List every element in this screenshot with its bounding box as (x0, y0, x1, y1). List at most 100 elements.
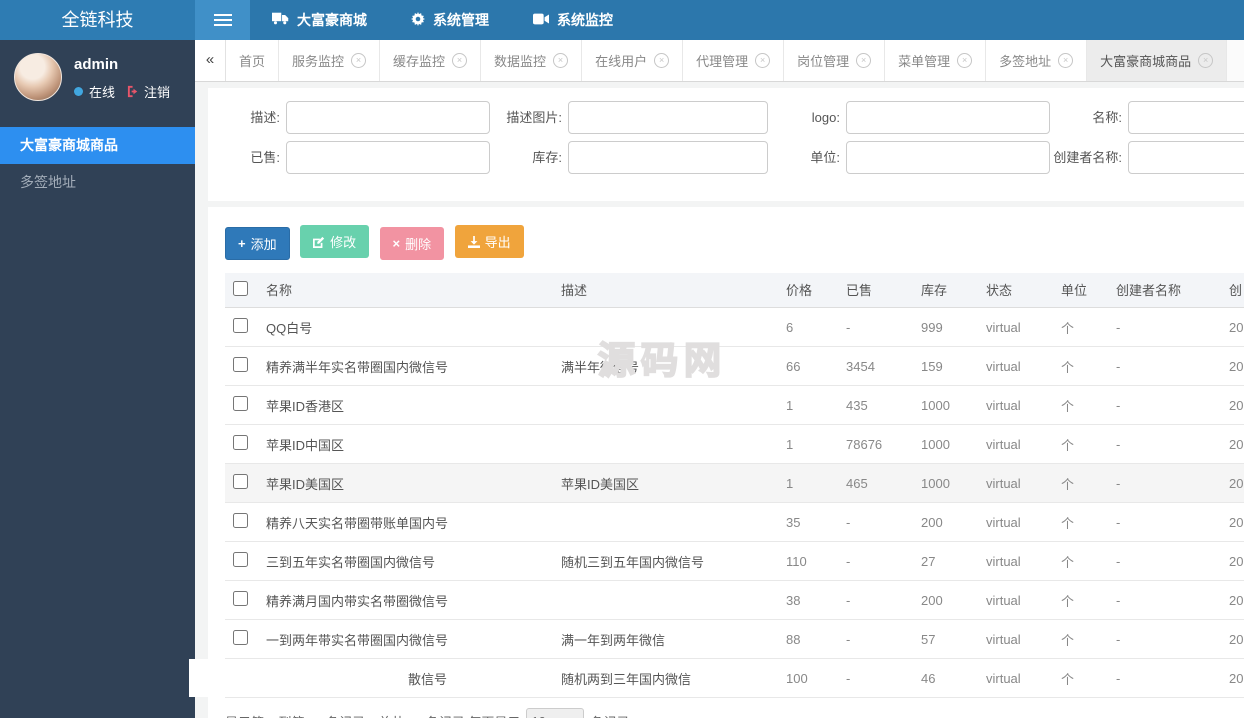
cell-unit: 个 (1061, 593, 1075, 609)
sidebar-item[interactable]: 多签地址 (0, 164, 195, 201)
column-header[interactable]: 状态 (978, 272, 1053, 308)
row-checkbox[interactable] (233, 435, 248, 450)
form-field: 已售: (208, 141, 490, 174)
column-header[interactable]: 库存 (913, 272, 978, 308)
tab-label: 大富豪商城商品 (1100, 54, 1192, 69)
tab[interactable]: 菜单管理 × (885, 40, 987, 81)
cell-unit: 个 (1061, 320, 1075, 336)
tab-label: 缓存监控 (393, 54, 446, 69)
truck-icon (272, 12, 289, 28)
cell-stock: 200 (921, 514, 943, 530)
select-all-checkbox[interactable] (233, 280, 248, 296)
row-checkbox-cell (225, 308, 258, 347)
row-checkbox[interactable] (233, 630, 248, 645)
table-row[interactable]: QQ白号 6 - 999 virtual 个 - 20 (225, 307, 1244, 347)
cell-price: 1 (786, 475, 794, 491)
column-header[interactable]: 名称 (258, 272, 553, 308)
topnav-item[interactable]: 系统监控 (511, 0, 635, 40)
tab[interactable]: 代理管理 × (683, 40, 785, 81)
form-field-label: 名称: (1092, 109, 1122, 125)
cell-unit: 个 (1061, 476, 1075, 492)
hamburger-menu-icon[interactable] (195, 0, 250, 40)
row-checkbox[interactable] (233, 318, 248, 333)
row-checkbox-cell (225, 620, 258, 659)
delete-button[interactable]: × 删除 (379, 226, 445, 260)
row-checkbox[interactable] (233, 513, 248, 528)
row-checkbox[interactable] (233, 591, 248, 606)
table-row[interactable]: 精养满月国内带实名带圈微信号 38 - 200 virtual 个 - 20 (225, 580, 1244, 620)
tab-close-icon[interactable]: × (1198, 53, 1214, 68)
page-size-select[interactable]: 10 (526, 708, 585, 718)
logout-icon (127, 85, 138, 98)
row-checkbox[interactable] (233, 474, 248, 489)
table-row[interactable]: 苹果ID中国区 1 78676 1000 virtual 个 - 20 (225, 424, 1244, 464)
form-field-input[interactable] (286, 141, 490, 174)
topnav-item[interactable]: 系统管理 (389, 0, 511, 40)
cell-status: virtual (986, 397, 1021, 413)
tab[interactable]: 服务监控 × (279, 40, 381, 81)
logout-button[interactable]: 注销 (127, 82, 170, 101)
tab[interactable]: 大富豪商城商品 × (1087, 40, 1228, 81)
tab-close-icon[interactable]: × (755, 53, 771, 68)
tab-close-icon[interactable]: × (1058, 53, 1074, 68)
table-row[interactable]: 一到两年带实名带圈国内微信号 满一年到两年微信 88 - 57 virtual 个 - 20 (225, 619, 1244, 659)
row-checkbox[interactable] (233, 357, 248, 372)
table-row[interactable]: 苹果ID香港区 1 435 1000 virtual 个 - 20 (225, 385, 1244, 425)
cell-desc (553, 386, 778, 425)
form-field-input[interactable] (1128, 141, 1244, 174)
column-header[interactable]: 创建者名称 (1108, 272, 1221, 308)
tab-close-icon[interactable]: × (351, 53, 367, 68)
row-checkbox-cell (225, 386, 258, 425)
tab-label: 在线用户 (595, 54, 648, 69)
cell-price: 100 (786, 670, 808, 686)
row-checkbox[interactable] (233, 552, 248, 567)
export-button[interactable]: 导出 (454, 225, 524, 258)
form-field-input[interactable] (568, 141, 768, 174)
table-row[interactable]: 精养八天实名带圈带账单国内号 35 - 200 virtual 个 - 20 (225, 502, 1244, 542)
tab-close-icon[interactable]: × (654, 53, 670, 68)
tab-close-icon[interactable]: × (452, 53, 468, 68)
cell-price: 1 (786, 436, 794, 452)
column-header[interactable]: 描述 (553, 272, 778, 308)
table-row[interactable]: 苹果ID美国区 苹果ID美国区 1 465 1000 virtual 个 - 20 (225, 463, 1244, 503)
tab[interactable]: 多签地址 × (986, 40, 1088, 81)
tab[interactable]: 在线用户 × (582, 40, 684, 81)
cell-created: 20 (1229, 436, 1244, 452)
form-field-input[interactable] (286, 101, 490, 134)
column-header[interactable]: 价格 (778, 272, 838, 308)
row-checkbox-cell (225, 542, 258, 581)
cell-desc: 随机两到三年国内微信 (561, 671, 692, 687)
tab-close-icon[interactable]: × (856, 53, 872, 68)
online-status-label: 在线 (89, 85, 116, 100)
monitor-icon (533, 12, 549, 28)
row-checkbox-cell (225, 581, 258, 620)
column-header[interactable]: 已售 (838, 272, 913, 308)
tabs-collapse-button[interactable]: « (195, 40, 226, 81)
cell-desc (553, 425, 778, 464)
row-checkbox[interactable] (233, 396, 248, 411)
add-button[interactable]: + 添加 (225, 226, 290, 260)
table-row[interactable]: 散信号 随机两到三年国内微信 100 - 46 virtual 个 - 20 (225, 658, 1244, 698)
form-field-input[interactable] (1128, 101, 1244, 134)
column-header[interactable]: 创 (1221, 272, 1244, 308)
edit-button[interactable]: 修改 (300, 225, 370, 258)
table-row[interactable]: 精养满半年实名带圈国内微信号 满半年微信号 66 3454 159 virtual 个 - 20 (225, 346, 1244, 386)
tab[interactable]: 岗位管理 × (784, 40, 886, 81)
tab-bar: « 首页 服务监控 × 缓存监控 × 数据监控 × 在线用户 × 代理管理 × 岗位管理 × 菜单管理 × 多… (195, 40, 1244, 82)
sidebar-item[interactable]: 大富豪商城商品 (0, 127, 195, 164)
cell-sold: 3454 (846, 358, 875, 374)
form-field: logo: (768, 101, 1050, 134)
tab-close-icon[interactable]: × (553, 53, 569, 68)
form-field-input[interactable] (846, 101, 1050, 134)
cell-name: 苹果ID中国区 (266, 437, 345, 453)
tab[interactable]: 数据监控 × (481, 40, 583, 81)
tab[interactable]: 缓存监控 × (380, 40, 482, 81)
tab-close-icon[interactable]: × (957, 53, 973, 68)
table-row[interactable]: 三到五年实名带圈国内微信号 随机三到五年国内微信号 110 - 27 virtual 个 - 2… (225, 541, 1244, 581)
form-field-input[interactable] (846, 141, 1050, 174)
topnav-item[interactable]: 大富豪商城 (250, 0, 389, 40)
column-header[interactable]: 单位 (1053, 272, 1108, 308)
avatar[interactable] (14, 53, 62, 101)
form-field-input[interactable] (568, 101, 768, 134)
tab[interactable]: 首页 (226, 40, 280, 81)
